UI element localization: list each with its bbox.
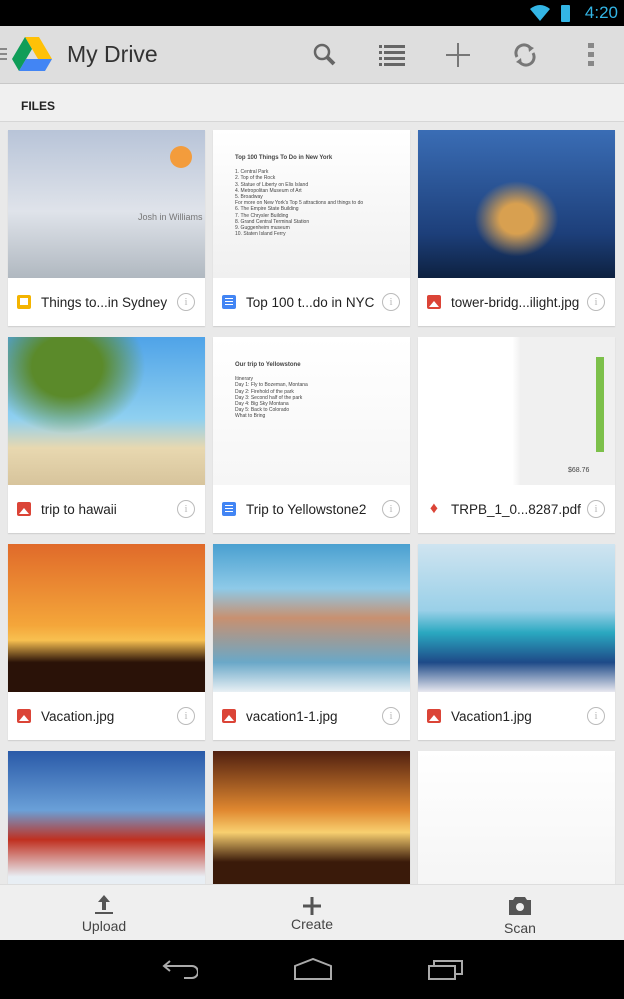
- doc-file-icon: [222, 502, 236, 516]
- status-bar: 4:20: [0, 0, 624, 26]
- wifi-icon: [530, 5, 550, 21]
- file-label[interactable]: Vacation1.jpg i: [418, 692, 615, 740]
- drawer-icon[interactable]: [0, 48, 7, 60]
- file-label[interactable]: ♦ TRPB_1_0...8287.pdf i: [418, 485, 615, 533]
- image-file-icon: [427, 295, 441, 309]
- file-card[interactable]: $68.76 ♦ TRPB_1_0...8287.pdf i: [418, 337, 615, 533]
- file-label[interactable]: trip to hawaii i: [8, 485, 205, 533]
- file-thumbnail[interactable]: Our trip to Yellowstone Itinerary Day 1: …: [213, 337, 410, 485]
- drive-logo[interactable]: [12, 34, 52, 74]
- file-name: TRPB_1_0...8287.pdf: [451, 501, 581, 517]
- file-card[interactable]: trip to hawaii i: [8, 337, 205, 533]
- image-file-icon: [222, 709, 236, 723]
- battery-icon: [561, 5, 570, 22]
- file-card[interactable]: Josh in Williams Things to...in Sydney i: [8, 130, 205, 326]
- info-icon[interactable]: i: [382, 500, 400, 518]
- file-label[interactable]: Vacation.jpg i: [8, 692, 205, 740]
- file-thumbnail[interactable]: Josh in Williams: [8, 130, 205, 278]
- file-name: trip to hawaii: [41, 501, 117, 517]
- image-file-icon: [17, 709, 31, 723]
- file-label[interactable]: vacation1-1.jpg i: [213, 692, 410, 740]
- file-card[interactable]: Vacation.jpg i: [8, 544, 205, 740]
- home-icon[interactable]: [294, 958, 332, 980]
- more-vert-icon: [588, 43, 594, 66]
- file-thumbnail[interactable]: [8, 337, 205, 485]
- camera-icon: [509, 897, 531, 915]
- file-label[interactable]: Trip to Yellowstone2 i: [213, 485, 410, 533]
- info-icon[interactable]: i: [587, 293, 605, 311]
- create-button[interactable]: Create: [252, 885, 372, 941]
- pdf-file-icon: ♦: [429, 500, 439, 517]
- sun-graphic: [170, 146, 192, 168]
- section-header: FILES: [0, 84, 624, 122]
- file-card[interactable]: tower-bridg...ilight.jpg i: [418, 130, 615, 326]
- plus-icon: [303, 897, 321, 915]
- file-thumbnail[interactable]: [8, 751, 205, 899]
- list-view-button[interactable]: [375, 38, 409, 72]
- info-icon[interactable]: i: [382, 707, 400, 725]
- file-thumbnail[interactable]: Top 100 Things To Do in New York 1. Centr…: [213, 130, 410, 278]
- file-name: Vacation.jpg: [41, 708, 115, 724]
- search-button[interactable]: [308, 38, 342, 72]
- file-name: Things to...in Sydney: [41, 294, 168, 310]
- file-thumbnail[interactable]: [418, 544, 615, 692]
- scan-button[interactable]: Scan: [460, 885, 580, 941]
- page-title: My Drive: [67, 41, 158, 67]
- clock: 4:20: [584, 3, 618, 22]
- overflow-menu-button[interactable]: [574, 38, 608, 72]
- file-thumbnail[interactable]: [213, 544, 410, 692]
- file-label[interactable]: Things to...in Sydney i: [8, 278, 205, 326]
- doc-preview: Our trip to Yellowstone Itinerary Day 1: …: [235, 362, 308, 420]
- search-icon: [313, 43, 336, 66]
- add-button[interactable]: [441, 38, 475, 72]
- refresh-button[interactable]: [508, 38, 542, 72]
- file-thumbnail[interactable]: [8, 544, 205, 692]
- files-heading: FILES: [21, 99, 56, 113]
- image-file-icon: [17, 502, 31, 516]
- file-label[interactable]: tower-bridg...ilight.jpg i: [418, 278, 615, 326]
- receipt-total: $68.76: [568, 467, 590, 474]
- upload-icon: [95, 895, 113, 914]
- file-thumbnail[interactable]: [418, 130, 615, 278]
- create-label: Create: [290, 916, 334, 932]
- file-label[interactable]: Top 100 t...do in NYC i: [213, 278, 410, 326]
- back-icon[interactable]: [162, 958, 198, 980]
- list-icon: [379, 45, 405, 66]
- file-name: Top 100 t...do in NYC: [246, 294, 375, 310]
- doc-preview: Top 100 Things To Do in New York 1. Centr…: [235, 155, 364, 238]
- info-icon[interactable]: i: [177, 500, 195, 518]
- plus-icon: [446, 43, 470, 67]
- file-name: vacation1-1.jpg: [246, 708, 338, 724]
- upload-label: Upload: [81, 918, 127, 934]
- scan-label: Scan: [504, 920, 536, 936]
- file-name: tower-bridg...ilight.jpg: [451, 294, 580, 310]
- file-thumbnail[interactable]: [213, 751, 410, 899]
- doc-file-icon: [222, 295, 236, 309]
- slide-preview-text: Josh in Williams: [138, 212, 203, 222]
- bottom-action-bar: Upload Create Scan: [0, 884, 624, 940]
- info-icon[interactable]: i: [587, 707, 605, 725]
- file-card[interactable]: Top 100 Things To Do in New York 1. Centr…: [213, 130, 410, 326]
- file-name: Trip to Yellowstone2: [246, 501, 367, 517]
- receipt-bar: [596, 357, 604, 452]
- refresh-icon: [514, 43, 536, 67]
- action-bar: My Drive: [0, 26, 624, 84]
- info-icon[interactable]: i: [177, 707, 195, 725]
- slides-file-icon: [17, 295, 31, 309]
- info-icon[interactable]: i: [587, 500, 605, 518]
- upload-button[interactable]: Upload: [44, 885, 164, 941]
- image-file-icon: [427, 709, 441, 723]
- file-card[interactable]: Our trip to Yellowstone Itinerary Day 1: …: [213, 337, 410, 533]
- file-card[interactable]: vacation1-1.jpg i: [213, 544, 410, 740]
- file-thumbnail[interactable]: [418, 751, 615, 899]
- info-icon[interactable]: i: [382, 293, 400, 311]
- file-thumbnail[interactable]: $68.76: [418, 337, 615, 485]
- file-card[interactable]: Vacation1.jpg i: [418, 544, 615, 740]
- file-name: Vacation1.jpg: [451, 708, 532, 724]
- recents-icon[interactable]: [428, 958, 464, 980]
- info-icon[interactable]: i: [177, 293, 195, 311]
- system-nav-bar: [0, 940, 624, 999]
